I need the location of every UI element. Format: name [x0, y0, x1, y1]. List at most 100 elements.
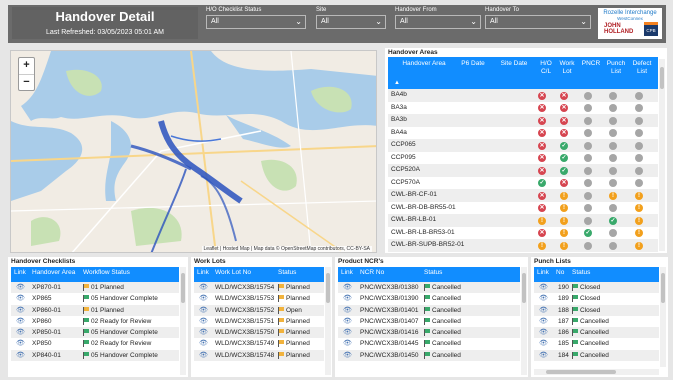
link-icon[interactable]: 👁	[16, 293, 25, 304]
area-row[interactable]: CWL-BR-CF-01 ✕!!!	[388, 189, 658, 202]
area-row[interactable]: CCP520A ✕ ✓	[388, 164, 658, 177]
scroll-thumb[interactable]	[326, 273, 330, 303]
link-icon[interactable]: 👁	[16, 305, 25, 316]
table-row[interactable]: 👁 188 Closed	[534, 304, 659, 316]
area-row[interactable]: CWL-BR-DB-BR55-01 ✕!!	[388, 202, 658, 215]
table-row[interactable]: 👁 PNC/WCX3B/01401 Cancelled	[338, 304, 520, 316]
table-row[interactable]: 👁 189 Closed	[534, 293, 659, 304]
link-icon[interactable]: 👁	[199, 350, 208, 361]
link-icon[interactable]: 👁	[16, 282, 25, 293]
col-status[interactable]: Status	[278, 269, 296, 276]
table-row[interactable]: 👁 187 Cancelled	[534, 316, 659, 327]
table-row[interactable]: 👁 PNC/WCX3B/01450 Cancelled	[338, 349, 520, 362]
link-icon[interactable]: 👁	[539, 327, 548, 338]
table-row[interactable]: 👁 WLD/WCX3B/15754 Planned	[194, 282, 324, 294]
table-row[interactable]: 👁 WLD/WCX3B/15753 Planned	[194, 293, 324, 304]
table-row[interactable]: 👁 XP865 05 Handover Complete	[11, 293, 179, 304]
area-row[interactable]: CWL-BR-LB-01!! ✓!	[388, 214, 658, 227]
link-icon[interactable]: 👁	[539, 293, 548, 304]
table-row[interactable]: 👁 PNC/WCX3B/01390 Cancelled	[338, 293, 520, 304]
table-row[interactable]: 👁 XP850-01 05 Handover Complete	[11, 327, 179, 339]
table-row[interactable]: 👁 PNC/WCX3B/01407 Cancelled	[338, 316, 520, 327]
table-row[interactable]: 👁 XP860-01 01 Planned	[11, 304, 179, 316]
link-icon[interactable]: 👁	[343, 327, 352, 338]
table-row[interactable]: 👁 WLD/WCX3B/15751 Planned	[194, 316, 324, 327]
col-defect-list[interactable]: Defect List	[631, 60, 653, 76]
area-row[interactable]: BA4b ✕ ✕	[388, 89, 658, 102]
table-row[interactable]: 👁 185 Cancelled	[534, 338, 659, 349]
table-row[interactable]: 👁 XP870-01 01 Planned	[11, 282, 179, 294]
table-row[interactable]: 👁 PNC/WCX3B/01380 Cancelled	[338, 282, 520, 294]
link-icon[interactable]: 👁	[199, 293, 208, 304]
zoom-in-button[interactable]: +	[19, 58, 34, 74]
scroll-thumb[interactable]	[661, 273, 665, 303]
col-work-lot[interactable]: Work Lot	[558, 60, 576, 76]
table-row[interactable]: 👁 XP860 02 Ready for Review	[11, 316, 179, 327]
map-attribution[interactable]: Leaflet | Hosted Map | Map data © OpenSt…	[201, 246, 372, 252]
table-row[interactable]: 👁 190 Closed	[534, 282, 659, 294]
col-work-lot-no[interactable]: Work Lot No	[215, 269, 251, 276]
link-icon[interactable]: 👁	[539, 282, 548, 293]
link-icon[interactable]: 👁	[16, 338, 25, 349]
link-icon[interactable]: 👁	[539, 350, 548, 361]
area-row[interactable]: CWL-BR-LB-BR53-01 ✕! ✓!	[388, 227, 658, 240]
zoom-out-button[interactable]: −	[19, 74, 34, 90]
table-row[interactable]: 👁 PNC/WCX3B/01416 Cancelled	[338, 327, 520, 339]
area-row[interactable]: CCP065 ✕ ✓	[388, 139, 658, 152]
col-status[interactable]: Status	[572, 269, 590, 276]
link-icon[interactable]: 👁	[343, 350, 352, 361]
table-row[interactable]: 👁 WLD/WCX3B/15748 Planned	[194, 349, 324, 362]
col-pncr[interactable]: PNCR	[581, 60, 601, 68]
table-row[interactable]: 👁 WLD/WCX3B/15752 Open	[194, 304, 324, 316]
link-icon[interactable]: 👁	[343, 305, 352, 316]
col-handover-area[interactable]: Handover Area	[394, 60, 454, 68]
col-link[interactable]: Link	[197, 269, 209, 276]
areas-scrollbar[interactable]	[659, 59, 665, 251]
table-row[interactable]: 👁 WLD/WCX3B/15749 Planned	[194, 338, 324, 349]
table-row[interactable]: 👁 XP840-01 05 Handover Complete	[11, 349, 179, 362]
table-row[interactable]: 👁 PNC/WCX3B/01445 Cancelled	[338, 338, 520, 349]
link-icon[interactable]: 👁	[539, 316, 548, 327]
link-icon[interactable]: 👁	[16, 350, 25, 361]
area-row[interactable]: CCP570A ✓ ✕	[388, 177, 658, 190]
link-icon[interactable]: 👁	[199, 305, 208, 316]
worklots-scrollbar[interactable]	[325, 267, 331, 375]
link-icon[interactable]: 👁	[199, 338, 208, 349]
site-select[interactable]: All ⌄	[316, 15, 386, 29]
ncrs-scrollbar[interactable]	[521, 267, 527, 375]
link-icon[interactable]: 👁	[539, 305, 548, 316]
col-link[interactable]: Link	[537, 269, 549, 276]
col-ho-cl[interactable]: H/O C/L	[538, 60, 554, 76]
link-icon[interactable]: 👁	[199, 316, 208, 327]
area-row[interactable]: BA4a ✕ ✕	[388, 127, 658, 140]
col-link[interactable]: Link	[341, 269, 353, 276]
scroll-thumb[interactable]	[522, 273, 526, 303]
table-row[interactable]: 👁 184 Cancelled	[534, 349, 659, 362]
link-icon[interactable]: 👁	[343, 338, 352, 349]
handover-to-select[interactable]: All ⌄	[485, 15, 591, 29]
col-status[interactable]: Status	[424, 269, 442, 276]
link-icon[interactable]: 👁	[16, 316, 25, 327]
link-icon[interactable]: 👁	[199, 327, 208, 338]
scroll-thumb[interactable]	[181, 273, 185, 303]
scroll-thumb[interactable]	[660, 67, 664, 89]
area-row[interactable]: BA3b ✕ ✕	[388, 114, 658, 127]
link-icon[interactable]: 👁	[539, 338, 548, 349]
link-icon[interactable]: 👁	[199, 282, 208, 293]
area-row[interactable]: CCP095 ✕ ✓	[388, 152, 658, 165]
area-row[interactable]: BA3a ✕ ✕	[388, 102, 658, 115]
link-icon[interactable]: 👁	[343, 316, 352, 327]
col-no[interactable]: No	[556, 269, 564, 276]
col-site-date[interactable]: Site Date	[497, 60, 531, 68]
col-link[interactable]: Link	[14, 269, 26, 276]
col-handover-area[interactable]: Handover Area	[32, 269, 75, 276]
col-p6-date[interactable]: P6 Date	[458, 60, 488, 68]
horizontal-scrollbar[interactable]	[534, 369, 659, 375]
area-row[interactable]: CWL-BR-SUPB-BR52-01!!!	[388, 239, 658, 252]
table-row[interactable]: 👁 XP850 02 Ready for Review	[11, 338, 179, 349]
scroll-thumb[interactable]	[546, 370, 616, 374]
link-icon[interactable]: 👁	[343, 293, 352, 304]
checklists-scrollbar[interactable]	[180, 267, 186, 375]
link-icon[interactable]: 👁	[343, 282, 352, 293]
col-workflow-status[interactable]: Workflow Status	[83, 269, 130, 276]
